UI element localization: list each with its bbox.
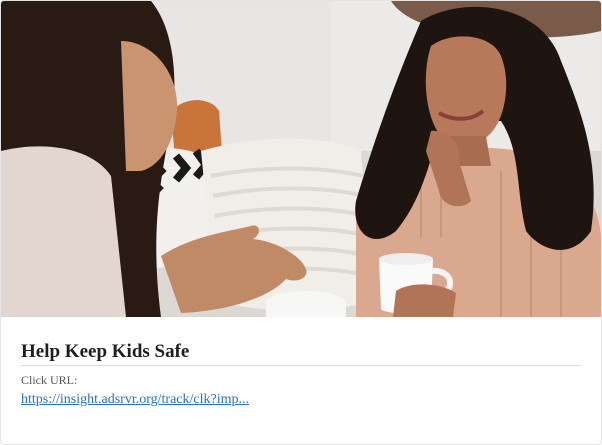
hero-image[interactable] xyxy=(1,1,601,317)
click-url-link[interactable]: https://insight.adsrvr.org/track/clk?imp… xyxy=(21,392,249,408)
ad-card: Help Keep Kids Safe Click URL: https://i… xyxy=(0,0,602,445)
card-body: Help Keep Kids Safe Click URL: https://i… xyxy=(21,317,581,444)
title-divider xyxy=(21,365,581,366)
ad-title: Help Keep Kids Safe xyxy=(21,341,190,362)
click-url-label: Click URL: xyxy=(21,373,78,387)
photo-illustration xyxy=(1,1,601,317)
